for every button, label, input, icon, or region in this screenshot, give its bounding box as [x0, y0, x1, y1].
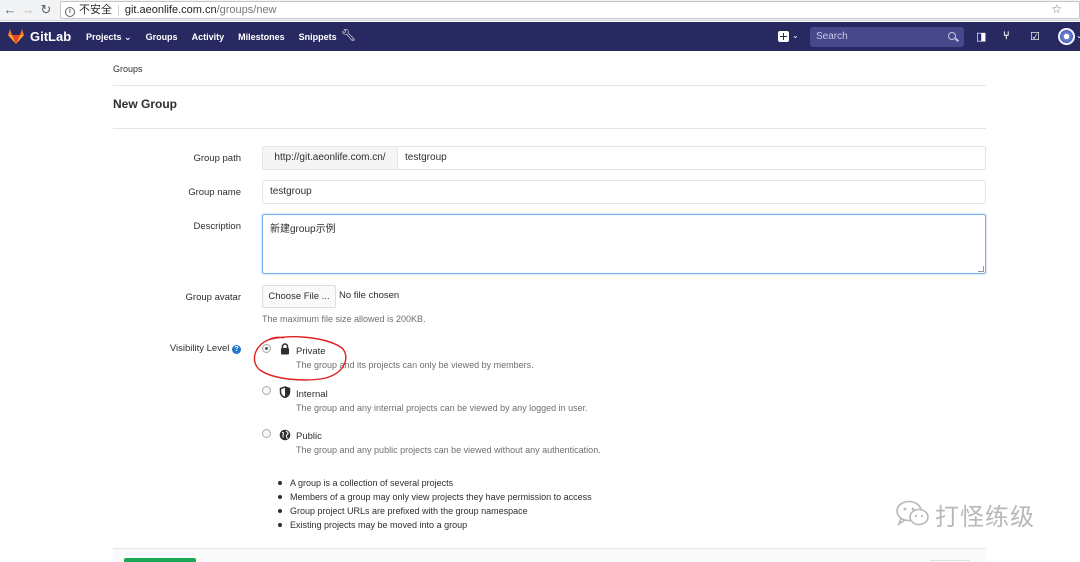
visibility-title-internal: Internal	[296, 389, 328, 400]
issues-icon[interactable]: ◨	[976, 30, 986, 43]
list-item: A group is a collection of several proje…	[278, 476, 592, 490]
radio-public[interactable]	[262, 429, 271, 438]
group-path-label: Group path	[193, 153, 241, 164]
avatar[interactable]	[1058, 28, 1075, 45]
visibility-label-text: Visibility Level	[169, 343, 230, 354]
nav-groups[interactable]: Groups	[146, 32, 178, 43]
description-text: 新建group示例	[270, 224, 336, 235]
avatar-help-text: The maximum file size allowed is 200KB.	[262, 314, 426, 324]
radio-internal[interactable]	[262, 386, 271, 395]
search-placeholder: Search	[816, 31, 848, 42]
search-icon	[948, 32, 956, 40]
todos-icon[interactable]: ☑	[1030, 30, 1040, 43]
divider	[113, 128, 986, 129]
create-group-button[interactable]	[124, 558, 196, 562]
nav-milestones[interactable]: Milestones	[238, 32, 285, 43]
url-path: /groups/new	[216, 4, 277, 16]
description-textarea[interactable]: 新建group示例	[262, 214, 986, 274]
watermark-text: 打怪练级	[935, 502, 1035, 531]
watermark: 打怪练级	[895, 497, 1035, 531]
group-avatar-label: Group avatar	[185, 292, 241, 303]
choose-file-button[interactable]: Choose File ...	[262, 285, 336, 308]
url-host: git.aeonlife.com.cn	[124, 4, 217, 16]
group-name-input[interactable]: testgroup	[262, 180, 986, 204]
gitlab-header: GitLab Projects ⌄ Groups Activity Milest…	[0, 22, 1080, 51]
wechat-icon	[896, 500, 929, 526]
nav-projects[interactable]: Projects ⌄	[86, 32, 132, 43]
reload-icon[interactable]: ↻	[38, 2, 54, 18]
group-name-label: Group name	[188, 187, 241, 198]
address-bar[interactable]: i 不安全 | git.aeonlife.com.cn/groups/new	[60, 1, 1080, 19]
resize-handle-icon[interactable]	[978, 266, 984, 272]
group-path-input[interactable]: testgroup	[398, 146, 986, 170]
info-icon: i	[65, 7, 75, 17]
bookmark-star-icon[interactable]: ☆	[1051, 2, 1062, 16]
admin-wrench-icon[interactable]: 🔧︎	[341, 28, 356, 42]
form-actions	[113, 548, 986, 562]
group-notes-list: A group is a collection of several proje…	[278, 476, 592, 532]
security-label: 不安全	[79, 4, 112, 16]
merge-requests-icon[interactable]: ⑂	[1003, 30, 1010, 42]
back-arrow-icon[interactable]: ←	[2, 2, 18, 18]
description-label: Description	[193, 221, 241, 232]
visibility-desc-internal: The group and any internal projects can …	[296, 403, 588, 413]
list-item: Group project URLs are prefixed with the…	[278, 504, 592, 518]
main-nav: Projects ⌄ Groups Activity Milestones Sn…	[86, 32, 351, 43]
annotation-circle	[253, 336, 347, 381]
visibility-desc-public: The group and any public projects can be…	[296, 445, 601, 455]
no-file-text: No file chosen	[339, 290, 400, 301]
nav-snippets[interactable]: Snippets	[299, 32, 337, 43]
breadcrumb[interactable]: Groups	[113, 64, 143, 74]
list-item: Existing projects may be moved into a gr…	[278, 518, 592, 532]
divider	[113, 85, 986, 86]
page-title: New Group	[113, 97, 178, 111]
browser-toolbar: ← → ↻ i 不安全 | git.aeonlife.com.cn/groups/ne…	[0, 0, 1080, 21]
shield-icon	[279, 386, 291, 398]
help-question-icon[interactable]: ?	[232, 345, 241, 354]
visibility-level-label: Visibility Level ?	[113, 343, 241, 354]
gitlab-logo-icon[interactable]	[8, 29, 24, 44]
group-path-prefix: http://git.aeonlife.com.cn/	[262, 146, 398, 170]
list-item: Members of a group may only view project…	[278, 490, 592, 504]
visibility-title-public: Public	[296, 431, 322, 442]
globe-icon	[279, 429, 291, 441]
nav-activity[interactable]: Activity	[192, 32, 225, 43]
search-input[interactable]: Search	[810, 27, 964, 47]
avatar-chevron-icon[interactable]: ⌄	[1076, 31, 1080, 40]
chevron-down-icon[interactable]: ⌄	[792, 31, 799, 40]
forward-arrow-icon[interactable]: →	[20, 2, 36, 18]
gitlab-brand[interactable]: GitLab	[30, 29, 71, 44]
new-plus-icon[interactable]	[778, 31, 789, 42]
